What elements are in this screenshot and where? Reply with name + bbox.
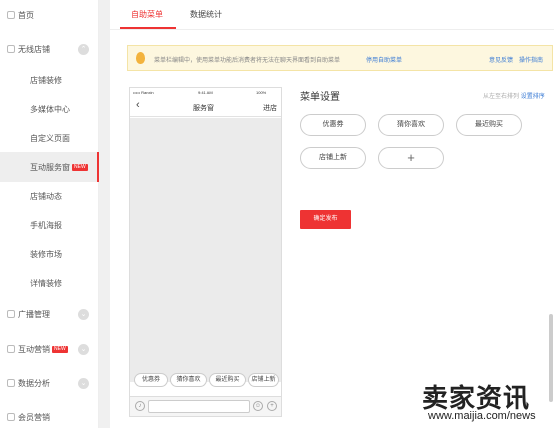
lightbulb-icon xyxy=(136,52,145,64)
member-icon xyxy=(7,413,15,421)
sidebar-item-store-decoration[interactable]: 店铺装修 xyxy=(0,67,99,93)
sidebar-item-label: 手机海报 xyxy=(30,220,62,230)
sidebar-item-label: 互动服务窗 xyxy=(30,162,70,172)
tab-self-service-menu[interactable]: 自助菜单 xyxy=(131,9,163,20)
analysis-icon xyxy=(7,379,15,387)
scrollbar[interactable] xyxy=(549,314,553,402)
sidebar-item-label: 店铺动态 xyxy=(30,191,62,201)
sidebar-item-label: 互动营销 xyxy=(18,344,50,354)
enter-store-link[interactable]: 进店 xyxy=(263,103,277,113)
phone-input-bar: ♪ ☺ + xyxy=(130,396,281,416)
sidebar-item-media-center[interactable]: 多媒体中心 xyxy=(0,96,99,122)
menu-item-button[interactable]: 猜你喜欢 xyxy=(378,114,444,136)
notice-text: 菜单栏编辑中，使用菜单功能后消费者将无法在聊天界面看到自助菜单 xyxy=(154,58,341,64)
menu-item-button[interactable]: 店铺上新 xyxy=(300,147,366,169)
phone-preview: ••••• Ranxin 9:41 AM 100% ‹ 服务窗 进店 优惠券 猜… xyxy=(129,87,282,417)
sidebar-item-mobile-poster[interactable]: 手机海报 xyxy=(0,212,99,238)
quick-button[interactable]: 猜你喜欢 xyxy=(170,373,207,387)
sidebar-item-store-news[interactable]: 店铺动态 xyxy=(0,183,99,209)
publish-button[interactable]: 确定发布 xyxy=(300,210,351,229)
phone-nav-bar: ‹ 服务窗 进店 xyxy=(130,97,281,117)
broadcast-icon xyxy=(7,310,15,318)
sidebar-item-label: 数据分析 xyxy=(18,378,50,388)
sidebar-item-data-analysis[interactable]: 数据分析 ⌄ xyxy=(0,370,99,396)
home-icon xyxy=(7,11,15,19)
chevron-down-icon[interactable]: ⌄ xyxy=(78,308,89,320)
active-tab-indicator xyxy=(120,27,176,29)
sidebar-item-label: 装修市场 xyxy=(30,249,62,259)
plus-icon[interactable]: + xyxy=(267,401,277,411)
chevron-down-icon[interactable]: ⌄ xyxy=(78,377,89,389)
menu-settings-hint: 从左至右排列 设置排序 xyxy=(483,91,545,100)
user-icon xyxy=(7,345,15,353)
message-input[interactable] xyxy=(148,400,250,413)
chevron-up-icon[interactable]: ⌃ xyxy=(78,43,89,55)
sidebar-item-member-marketing[interactable]: 会员营销 xyxy=(0,404,99,428)
disable-menu-link[interactable]: 停用自助菜单 xyxy=(366,55,402,64)
sidebar-item-custom-page[interactable]: 自定义页面 xyxy=(0,125,99,151)
new-badge: NEW xyxy=(52,345,68,353)
smile-icon[interactable]: ☺ xyxy=(253,401,263,411)
sidebar: 首页 无线店铺 ⌃ 店铺装修 多媒体中心 自定义页面 互动服务窗 NEW 店铺动… xyxy=(0,0,99,428)
sidebar-item-interactive-marketing[interactable]: 互动营销 NEW ⌄ xyxy=(0,336,99,362)
sidebar-item-wireless-store[interactable]: 无线店铺 ⌃ xyxy=(0,36,99,62)
sidebar-item-label: 会员营销 xyxy=(18,412,50,422)
quick-button[interactable]: 最近购买 xyxy=(209,373,246,387)
sidebar-item-detail-decoration[interactable]: 详情装修 xyxy=(0,270,99,296)
sidebar-item-broadcast[interactable]: 广播管理 ⌄ xyxy=(0,301,99,327)
sidebar-item-label: 店铺装修 xyxy=(30,75,62,85)
chat-area xyxy=(130,118,281,382)
store-icon xyxy=(7,45,15,53)
watermark-url: www.maijia.com/news xyxy=(428,410,536,422)
sidebar-item-label: 广播管理 xyxy=(18,309,50,319)
quick-button[interactable]: 店铺上新 xyxy=(248,373,279,387)
back-icon[interactable]: ‹ xyxy=(136,99,140,111)
tab-data-statistics[interactable]: 数据统计 xyxy=(190,9,222,20)
new-badge: NEW xyxy=(72,163,88,171)
notice-banner: 菜单栏编辑中，使用菜单功能后消费者将无法在聊天界面看到自助菜单 停用自助菜单 意… xyxy=(127,45,553,71)
sidebar-item-label: 首页 xyxy=(18,10,34,20)
sidebar-item-label: 多媒体中心 xyxy=(30,104,70,114)
order-hint: 从左至右排列 xyxy=(483,94,520,100)
sidebar-item-label: 自定义页面 xyxy=(30,133,70,143)
page: 首页 无线店铺 ⌃ 店铺装修 多媒体中心 自定义页面 互动服务窗 NEW 店铺动… xyxy=(0,0,554,428)
sidebar-item-decoration-market[interactable]: 装修市场 xyxy=(0,241,99,267)
sidebar-divider xyxy=(99,0,110,428)
guide-link[interactable]: 操作指南 xyxy=(519,55,543,64)
set-sort-link[interactable]: 设置排序 xyxy=(521,94,545,100)
add-menu-item-button[interactable]: + xyxy=(378,147,444,169)
sidebar-item-interactive-window[interactable]: 互动服务窗 NEW xyxy=(0,152,99,182)
quick-button[interactable]: 优惠券 xyxy=(134,373,168,387)
menu-item-button[interactable]: 优惠券 xyxy=(300,114,366,136)
sidebar-item-home[interactable]: 首页 xyxy=(0,2,99,28)
phone-title: 服务窗 xyxy=(193,105,214,112)
battery-text: 100% xyxy=(256,90,267,95)
tab-bar: 自助菜单 数据统计 xyxy=(110,0,554,30)
carrier-text: ••••• Ranxin xyxy=(133,90,154,95)
sidebar-item-label: 无线店铺 xyxy=(18,44,50,54)
menu-item-button[interactable]: 最近购买 xyxy=(456,114,522,136)
menu-settings-title: 菜单设置 xyxy=(300,92,340,103)
sidebar-item-label: 详情装修 xyxy=(30,278,62,288)
time-text: 9:41 AM xyxy=(198,90,213,95)
feedback-link[interactable]: 意见反馈 xyxy=(489,55,513,64)
mic-icon[interactable]: ♪ xyxy=(135,401,145,411)
phone-status-bar: ••••• Ranxin 9:41 AM 100% xyxy=(130,88,281,97)
chevron-down-icon[interactable]: ⌄ xyxy=(78,343,89,355)
